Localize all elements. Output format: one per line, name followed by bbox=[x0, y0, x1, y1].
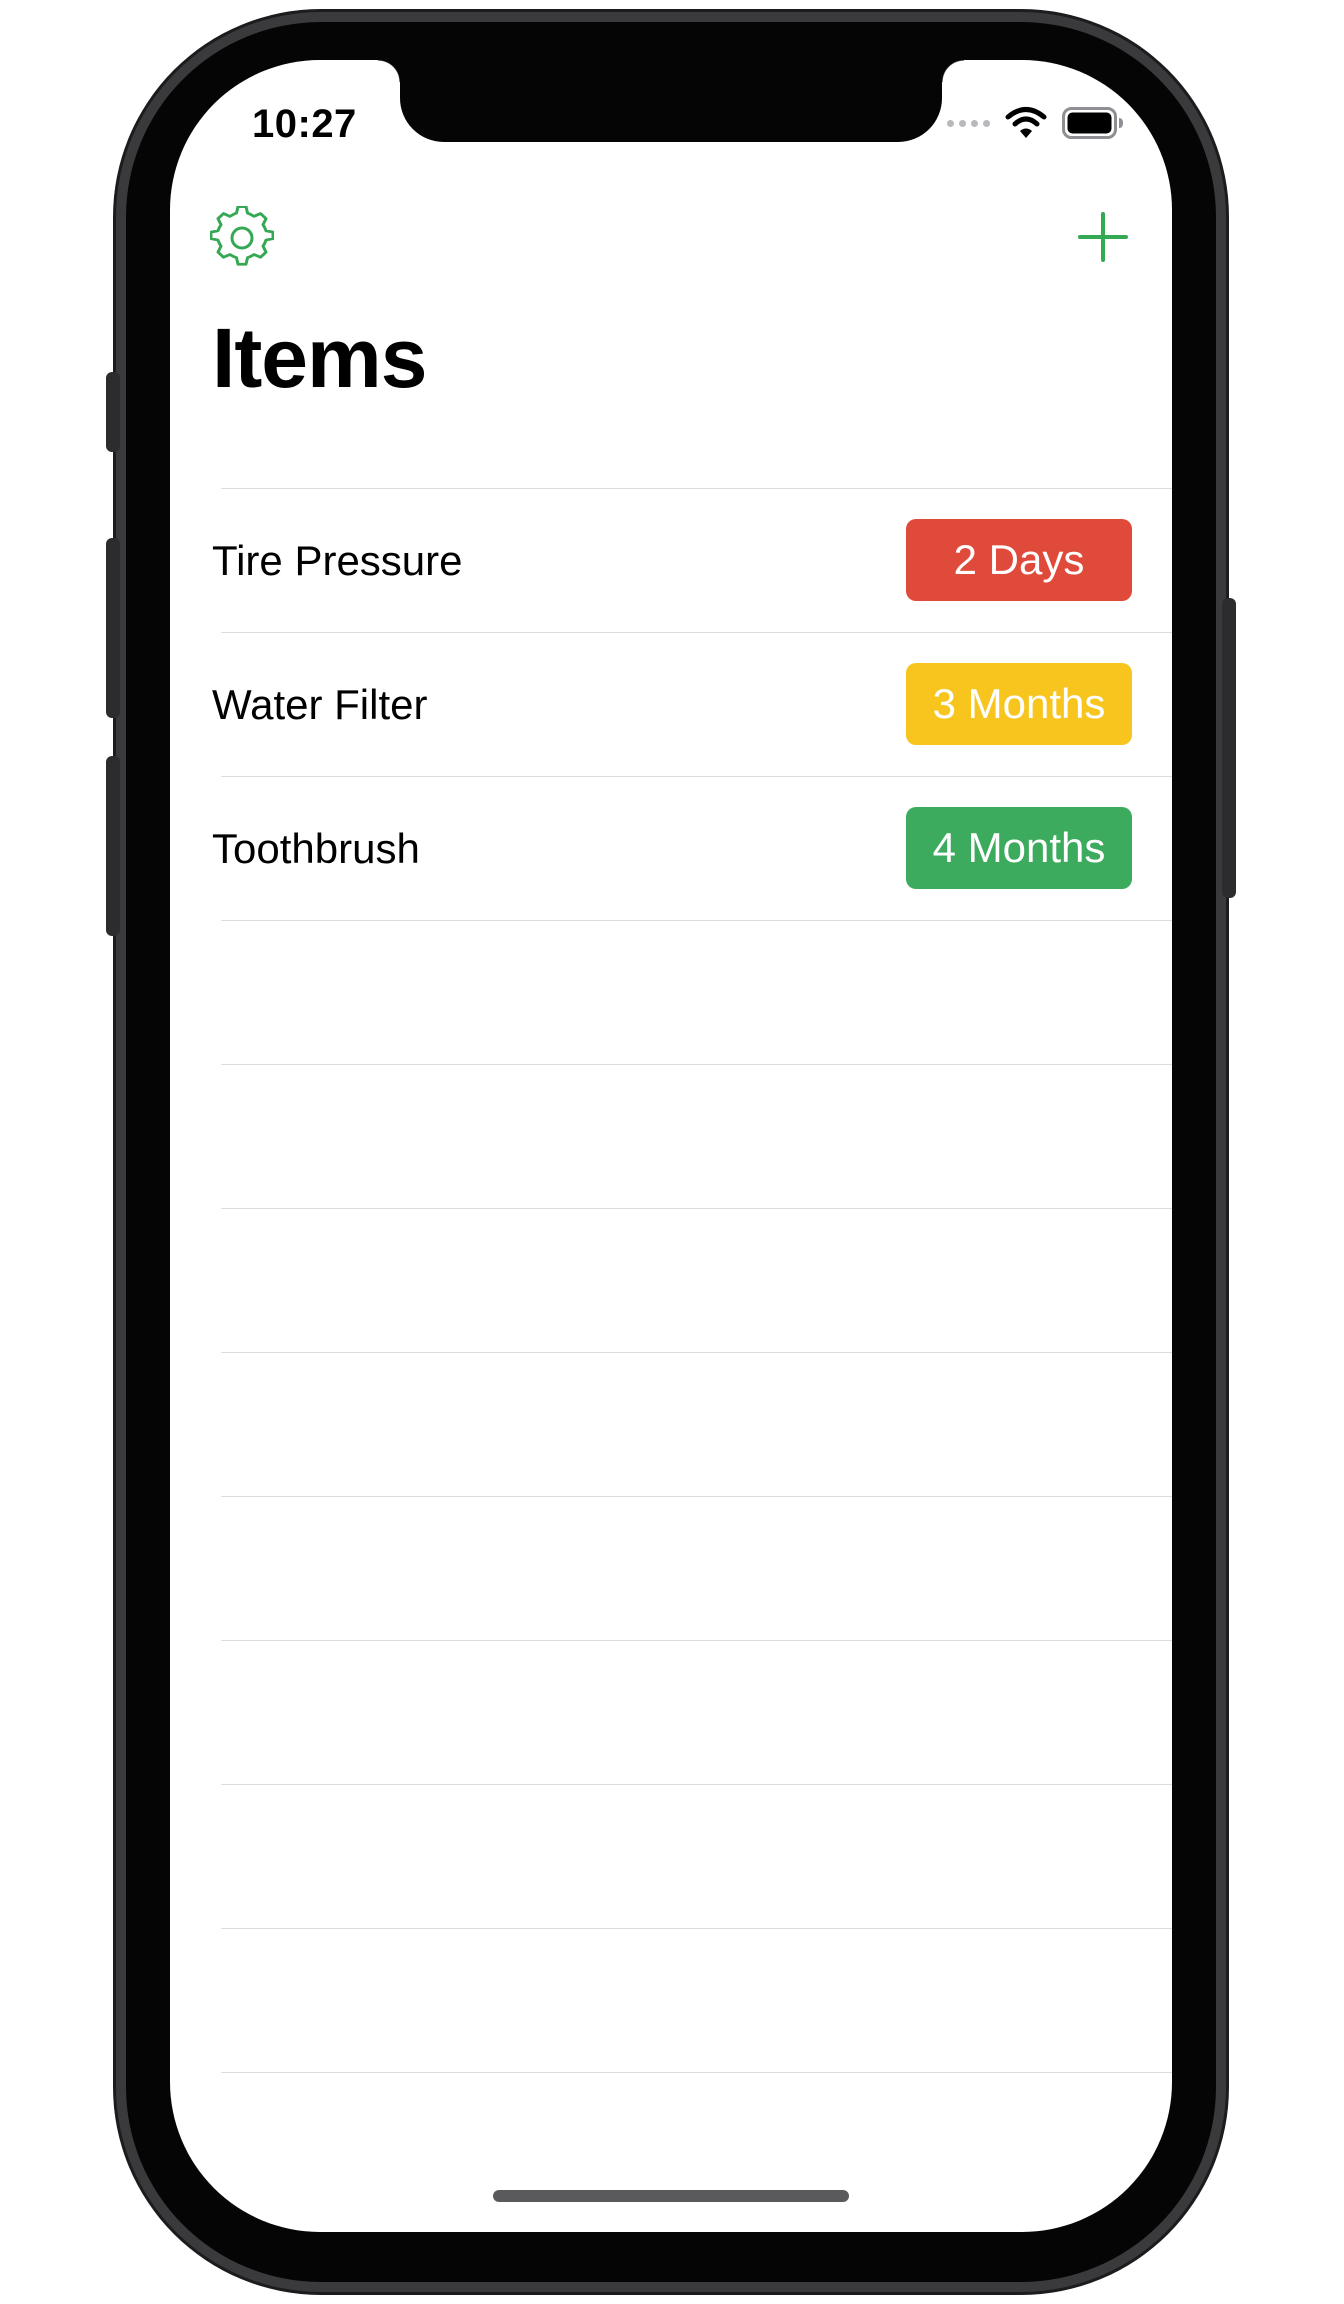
list-item[interactable]: Tire Pressure 2 Days bbox=[212, 488, 1172, 632]
empty-row bbox=[221, 920, 1172, 1064]
empty-row bbox=[221, 1064, 1172, 1208]
list-item[interactable]: Toothbrush 4 Months bbox=[212, 776, 1172, 920]
device-notch bbox=[378, 60, 964, 142]
list-item[interactable]: Water Filter 3 Months bbox=[212, 632, 1172, 776]
due-badge: 3 Months bbox=[906, 663, 1132, 745]
items-list: Tire Pressure 2 Days Water Filter 3 Mont… bbox=[170, 488, 1172, 2073]
empty-row bbox=[221, 1784, 1172, 1928]
plus-icon[interactable] bbox=[1074, 208, 1132, 266]
due-badge: 2 Days bbox=[906, 519, 1132, 601]
item-label: Tire Pressure bbox=[212, 537, 463, 584]
list-bottom-divider bbox=[221, 2072, 1172, 2073]
gear-icon[interactable] bbox=[210, 206, 274, 270]
empty-row bbox=[221, 1208, 1172, 1352]
app-screen: 10:27 Items Tire Pressure 2 Days Water F… bbox=[170, 60, 1172, 2232]
wifi-icon bbox=[1005, 107, 1047, 138]
home-indicator[interactable] bbox=[493, 2190, 849, 2202]
volume-up-button bbox=[106, 538, 120, 718]
page-title: Items bbox=[212, 311, 427, 405]
empty-row bbox=[221, 1352, 1172, 1496]
power-button bbox=[1222, 598, 1236, 898]
item-label: Toothbrush bbox=[212, 825, 420, 872]
navigation-bar bbox=[170, 200, 1172, 280]
item-label: Water Filter bbox=[212, 681, 428, 728]
status-time: 10:27 bbox=[252, 102, 357, 146]
due-badge: 4 Months bbox=[906, 807, 1132, 889]
silent-switch bbox=[106, 372, 120, 452]
empty-row bbox=[221, 1496, 1172, 1640]
battery-icon bbox=[1062, 107, 1123, 139]
signal-dots-icon bbox=[947, 119, 990, 127]
volume-down-button bbox=[106, 756, 120, 936]
status-icons bbox=[947, 106, 1124, 140]
empty-row bbox=[221, 1928, 1172, 2072]
empty-row bbox=[221, 1640, 1172, 1784]
